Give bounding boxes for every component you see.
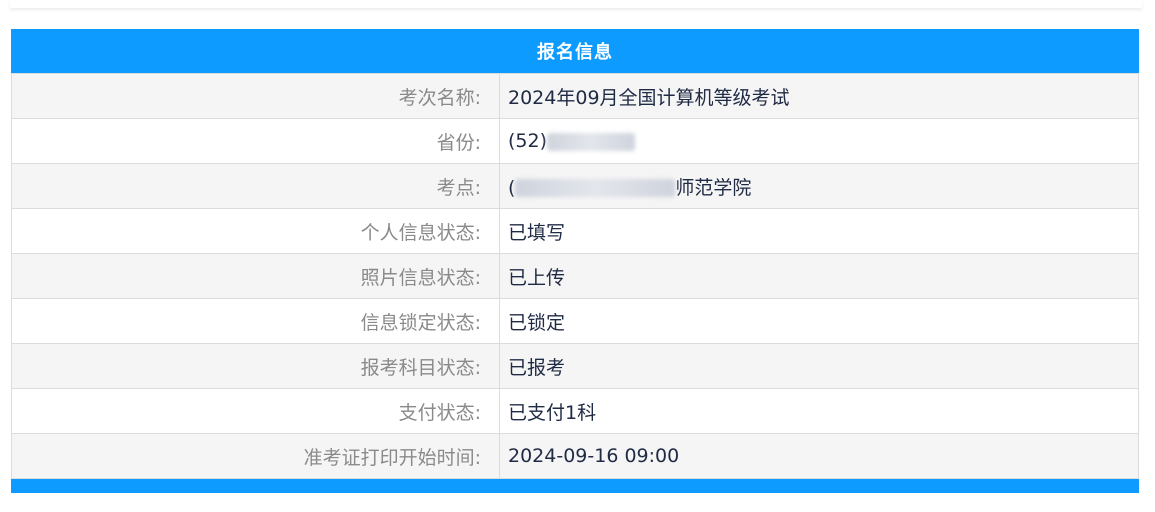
row-value-exam-session: 2024年09月全国计算机等级考试 bbox=[499, 73, 1139, 119]
row-value-payment-status: 已支付1科 bbox=[499, 388, 1139, 434]
row-label-admission-print-time: 准考证打印开始时间: bbox=[11, 433, 500, 479]
table-row: 考次名称: 2024年09月全国计算机等级考试 bbox=[11, 73, 1139, 119]
row-label-exam-site: 考点: bbox=[11, 163, 500, 209]
table-row: 准考证打印开始时间: 2024-09-16 09:00 bbox=[11, 433, 1139, 479]
panel-title: 报名信息 bbox=[11, 29, 1139, 73]
panel-footer-bar bbox=[11, 479, 1139, 493]
table-row: 省份: (52) bbox=[11, 118, 1139, 164]
registration-info-table: 考次名称: 2024年09月全国计算机等级考试 省份: (52) 考点: ( 师范… bbox=[11, 73, 1139, 479]
row-value-lock-status: 已锁定 bbox=[499, 298, 1139, 344]
row-value-personal-info-status: 已填写 bbox=[499, 208, 1139, 254]
row-value-photo-status: 已上传 bbox=[499, 253, 1139, 299]
top-card-edge bbox=[10, 0, 1142, 8]
row-label-province: 省份: bbox=[11, 118, 500, 164]
row-label-lock-status: 信息锁定状态: bbox=[11, 298, 500, 344]
row-value-admission-print-time: 2024-09-16 09:00 bbox=[499, 433, 1139, 479]
row-label-subject-status: 报考科目状态: bbox=[11, 343, 500, 389]
redaction-mask bbox=[547, 132, 636, 151]
row-value-subject-status: 已报考 bbox=[499, 343, 1139, 389]
registration-info-panel: 报名信息 考次名称: 2024年09月全国计算机等级考试 省份: (52) 考点… bbox=[11, 29, 1139, 504]
redaction-mask bbox=[515, 179, 676, 197]
province-code: (52) bbox=[508, 130, 548, 152]
row-value-province: (52) bbox=[499, 118, 1139, 164]
table-row: 支付状态: 已支付1科 bbox=[11, 388, 1139, 434]
exam-site-suffix: 师范学院 bbox=[675, 176, 752, 199]
table-row: 考点: ( 师范学院 bbox=[11, 163, 1139, 209]
row-label-personal-info-status: 个人信息状态: bbox=[11, 208, 500, 254]
table-row: 报考科目状态: 已报考 bbox=[11, 343, 1139, 389]
exam-site-prefix: ( bbox=[508, 176, 516, 199]
row-label-exam-session: 考次名称: bbox=[11, 73, 500, 119]
row-label-payment-status: 支付状态: bbox=[11, 388, 500, 434]
table-row: 照片信息状态: 已上传 bbox=[11, 253, 1139, 299]
row-value-exam-site: ( 师范学院 bbox=[499, 163, 1139, 209]
row-label-photo-status: 照片信息状态: bbox=[11, 253, 500, 299]
table-row: 个人信息状态: 已填写 bbox=[11, 208, 1139, 254]
table-row: 信息锁定状态: 已锁定 bbox=[11, 298, 1139, 344]
